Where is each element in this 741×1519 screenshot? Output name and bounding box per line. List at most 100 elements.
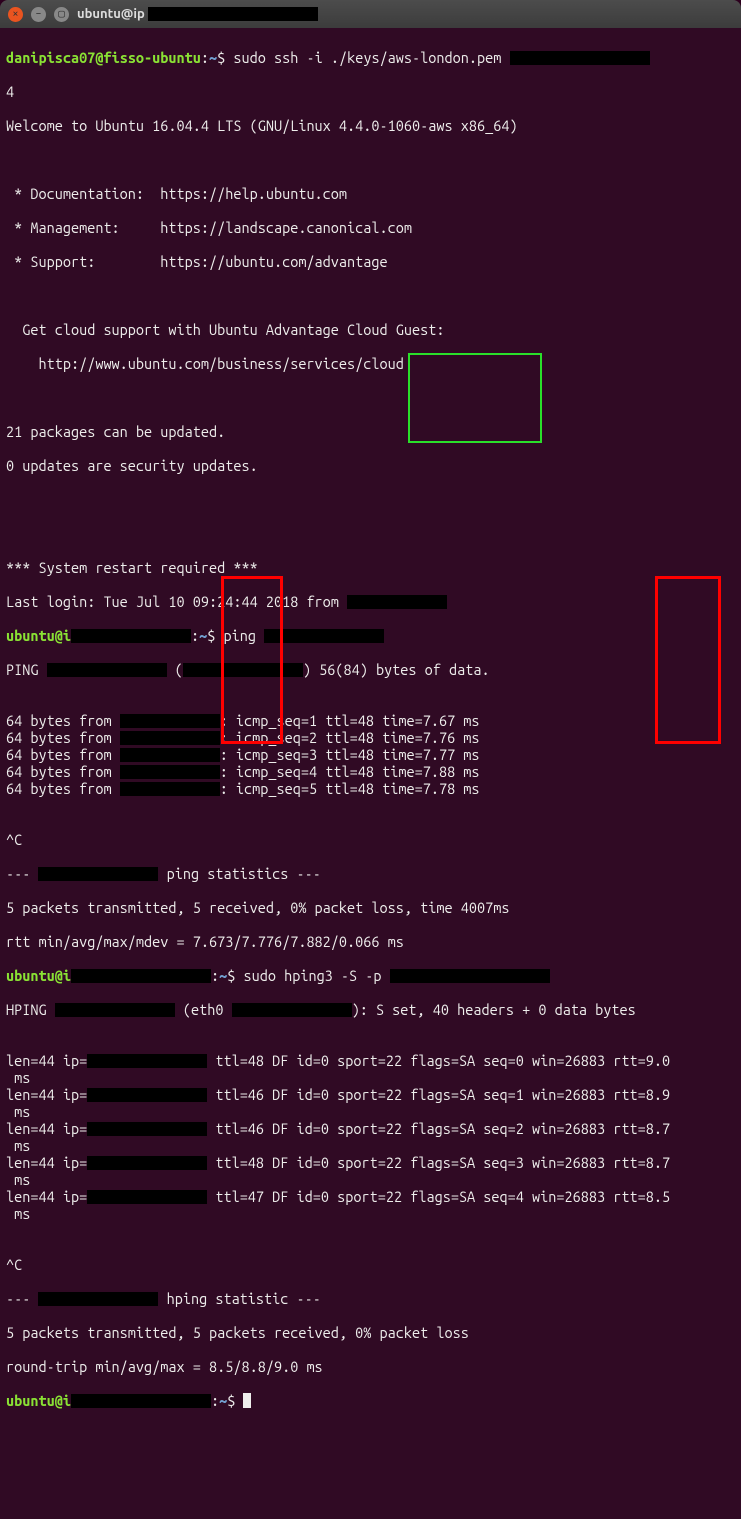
redacted <box>347 595 447 609</box>
prompt-user: danipisca07 <box>6 49 95 66</box>
output-line: rtt min/avg/max/mdev = 7.673/7.776/7.882… <box>6 933 404 950</box>
hping-ttl: ttl=46 <box>215 1086 264 1103</box>
prompt-host: i <box>63 627 71 644</box>
output-line: Last login: Tue Jul 10 09:24:44 2018 fro… <box>6 593 347 610</box>
redacted <box>183 663 303 677</box>
hping-rtt: rtt=8.9 <box>613 1086 670 1103</box>
hping-ttl: ttl=46 <box>215 1120 264 1137</box>
close-icon[interactable]: × <box>8 7 23 22</box>
ping-ttl: ttl=48 <box>325 712 374 729</box>
redacted <box>232 1003 352 1017</box>
redacted <box>71 969 211 983</box>
hping-row-ms: ms <box>6 1137 735 1154</box>
ping-row: 64 bytes from : icmp_seq=2 ttl=48 time=7… <box>6 729 735 746</box>
prompt-host: i <box>63 967 71 984</box>
ping-ttl: ttl=48 <box>325 746 374 763</box>
output-line: * Support: https://ubuntu.com/advantage <box>6 253 388 270</box>
hping-rtt: rtt=8.7 <box>613 1120 670 1137</box>
hping-row: len=44 ip= ttl=47 DF id=0 sport=22 flags… <box>6 1188 735 1205</box>
redacted <box>87 1190 207 1204</box>
hping-row-ms: ms <box>6 1171 735 1188</box>
output-line: ): S set, 40 headers + 0 data bytes <box>352 1001 636 1018</box>
output-line: Get cloud support with Ubuntu Advantage … <box>6 321 444 338</box>
output-line: 0 updates are security updates. <box>6 457 258 474</box>
ping-time: time=7.67 ms <box>382 712 479 729</box>
redacted <box>510 51 650 65</box>
window-titlebar: × – ▢ ubuntu@ip <box>0 0 741 28</box>
redacted <box>120 714 220 728</box>
ping-time: time=7.78 ms <box>382 780 479 797</box>
redacted <box>38 867 158 881</box>
output-line: 5 packets transmitted, 5 received, 0% pa… <box>6 899 509 916</box>
hping-row: len=44 ip= ttl=48 DF id=0 sport=22 flags… <box>6 1052 735 1069</box>
terminal[interactable]: danipisca07@fisso-ubuntu:~$ sudo ssh -i … <box>0 28 741 1519</box>
hping-row: len=44 ip= ttl=46 DF id=0 sport=22 flags… <box>6 1120 735 1137</box>
output-line: * Management: https://landscape.canonica… <box>6 219 412 236</box>
prompt-path: ~ <box>209 49 217 66</box>
hping-rtt: rtt=8.5 <box>613 1188 670 1205</box>
ping-ttl: ttl=48 <box>325 780 374 797</box>
output-line: Welcome to Ubuntu 16.04.4 LTS (GNU/Linux… <box>6 117 518 134</box>
output-line: 21 packages can be updated. <box>6 423 225 440</box>
minimize-icon[interactable]: – <box>31 7 46 22</box>
prompt-host: fisso-ubuntu <box>103 49 200 66</box>
ping-row: 64 bytes from : icmp_seq=1 ttl=48 time=7… <box>6 712 735 729</box>
redacted <box>120 765 220 779</box>
redacted <box>87 1088 207 1102</box>
prompt-user: ubuntu <box>6 967 55 984</box>
command-text: ping <box>223 627 264 644</box>
ping-time: time=7.77 ms <box>382 746 479 763</box>
ctrl-c: ^C <box>6 831 22 848</box>
hping-row-ms: ms <box>6 1205 735 1222</box>
output-line: hping statistic --- <box>158 1290 320 1307</box>
redacted <box>71 629 191 643</box>
ctrl-c: ^C <box>6 1256 22 1273</box>
output-line: round-trip min/avg/max = 8.5/8.8/9.0 ms <box>6 1358 323 1375</box>
redacted <box>87 1156 207 1170</box>
ping-row: 64 bytes from : icmp_seq=4 ttl=48 time=7… <box>6 763 735 780</box>
hping-row: len=44 ip= ttl=46 DF id=0 sport=22 flags… <box>6 1086 735 1103</box>
redacted <box>55 1003 175 1017</box>
output-line: PING <box>6 661 47 678</box>
hping-ttl: ttl=47 <box>215 1188 264 1205</box>
prompt-path: ~ <box>219 967 227 984</box>
redacted <box>38 1292 158 1306</box>
output-line: *** System restart required *** <box>6 559 258 576</box>
ping-ttl: ttl=48 <box>325 763 374 780</box>
cursor <box>243 1393 251 1408</box>
hping-row: len=44 ip= ttl=48 DF id=0 sport=22 flags… <box>6 1154 735 1171</box>
redacted <box>87 1054 207 1068</box>
maximize-icon[interactable]: ▢ <box>54 7 69 22</box>
hping-ttl: ttl=48 <box>215 1154 264 1171</box>
ping-row: 64 bytes from : icmp_seq=5 ttl=48 time=7… <box>6 780 735 797</box>
redacted <box>120 782 220 796</box>
prompt-user: ubuntu <box>6 1392 55 1409</box>
redacted <box>71 1394 211 1408</box>
output-line: http://www.ubuntu.com/business/services/… <box>6 355 404 372</box>
prompt-user: ubuntu <box>6 627 55 644</box>
prompt-path: ~ <box>219 1392 227 1409</box>
ping-time: time=7.88 ms <box>382 763 479 780</box>
hping-ttl: ttl=48 <box>215 1052 264 1069</box>
prompt-host: i <box>63 1392 71 1409</box>
hping-rtt: rtt=9.0 <box>613 1052 670 1069</box>
ping-time: time=7.76 ms <box>382 729 479 746</box>
ping-row: 64 bytes from : icmp_seq=3 ttl=48 time=7… <box>6 746 735 763</box>
hping-rtt: rtt=8.7 <box>613 1154 670 1171</box>
window-title: ubuntu@ip <box>77 6 318 23</box>
redacted <box>120 731 220 745</box>
redacted <box>47 663 167 677</box>
output-line: * Documentation: https://help.ubuntu.com <box>6 185 347 202</box>
output-line: 4 <box>6 83 14 100</box>
redacted <box>390 969 550 983</box>
output-line: ping statistics --- <box>158 865 320 882</box>
redacted <box>87 1122 207 1136</box>
hping-row-ms: ms <box>6 1069 735 1086</box>
hping-row-ms: ms <box>6 1103 735 1120</box>
output-line: 5 packets transmitted, 5 packets receive… <box>6 1324 469 1341</box>
redacted <box>264 629 384 643</box>
redacted <box>120 748 220 762</box>
ping-ttl: ttl=48 <box>325 729 374 746</box>
command-text: sudo hping3 -S -p <box>243 967 389 984</box>
command-text: sudo ssh -i ./keys/aws-london.pem <box>233 49 509 66</box>
